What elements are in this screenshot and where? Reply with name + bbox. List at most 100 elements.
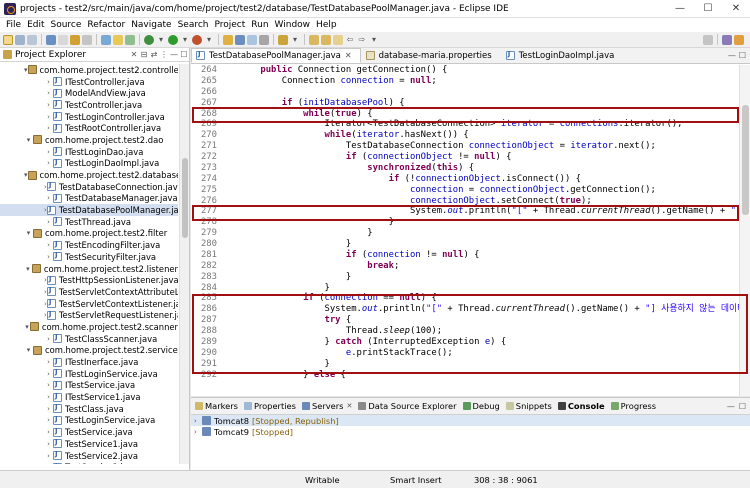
previous-annotation-icon[interactable]	[321, 34, 331, 45]
chevron-right-icon[interactable]: ›	[194, 428, 202, 436]
chevron-right-icon[interactable]: ›	[44, 78, 53, 86]
menu-file[interactable]: File	[3, 18, 24, 32]
menu-navigate[interactable]: Navigate	[128, 18, 174, 32]
menu-help[interactable]: Help	[313, 18, 340, 32]
open-type-icon[interactable]	[70, 34, 80, 45]
tree-package-item[interactable]: ▾ com.home.project.test2.dao	[0, 134, 178, 146]
chevron-down-icon[interactable]: ▾	[369, 35, 379, 45]
tab-console[interactable]: Console	[557, 401, 605, 411]
tree-file-item[interactable]: › ModelAndView.java	[0, 87, 178, 99]
scrollbar-thumb[interactable]	[182, 158, 188, 238]
view-menu-icon[interactable]: ⋮	[159, 50, 169, 59]
tree-file-item[interactable]: › ITestController.java	[0, 76, 178, 88]
tab-properties[interactable]: Properties	[244, 401, 296, 411]
debug-icon[interactable]	[144, 34, 154, 45]
tab-testdatabasepoolmanager[interactable]: TestDatabasePoolManager.java ✕	[191, 48, 361, 63]
tree-file-item[interactable]: › TestService2.java	[0, 450, 178, 462]
chevron-down-icon[interactable]: ▾	[24, 171, 28, 179]
tree-file-item[interactable]: ›TestServletContextListener.java	[0, 298, 178, 310]
tree-file-item[interactable]: › ITestService.java	[0, 380, 178, 392]
tree-file-item[interactable]: ›TestServletContextAttributeListe	[0, 286, 178, 298]
tree-file-item[interactable]: › TestLoginController.java	[0, 111, 178, 123]
tree-package-item[interactable]: ▾ com.home.project.test2.database	[0, 169, 178, 181]
chevron-right-icon[interactable]: ›	[44, 405, 53, 413]
chevron-down-icon[interactable]: ▾	[24, 229, 33, 237]
chevron-right-icon[interactable]: ›	[44, 440, 53, 448]
menu-edit[interactable]: Edit	[24, 18, 47, 32]
minimize-icon[interactable]: —	[727, 402, 735, 411]
chevron-right-icon[interactable]: ›	[44, 89, 53, 97]
close-icon[interactable]: ✕	[346, 402, 352, 410]
save-all-icon[interactable]	[27, 34, 37, 45]
project-explorer-title[interactable]: Project Explorer	[15, 50, 129, 60]
tab-servers[interactable]: Servers ✕	[301, 401, 352, 411]
chevron-down-icon[interactable]: ▾	[290, 35, 300, 45]
search-icon[interactable]	[278, 34, 288, 45]
java-ee-perspective-icon[interactable]	[722, 34, 732, 45]
maximize-icon[interactable]: ☐	[739, 51, 750, 63]
maximize-icon[interactable]: ☐	[179, 50, 189, 59]
minimize-icon[interactable]: —	[169, 50, 179, 59]
menu-refactor[interactable]: Refactor	[84, 18, 128, 32]
new-package-icon[interactable]	[247, 34, 257, 45]
java-perspective-icon[interactable]	[734, 34, 744, 45]
chevron-down-icon[interactable]: ▾	[24, 136, 33, 144]
tree-file-item[interactable]: › TestSecurityFilter.java	[0, 251, 178, 263]
chevron-down-icon[interactable]: ▾	[180, 35, 190, 45]
tab-progress[interactable]: Progress	[610, 401, 656, 411]
last-edit-location-icon[interactable]	[333, 34, 343, 45]
run-icon[interactable]	[168, 34, 178, 45]
open-perspective-icon[interactable]	[259, 34, 269, 45]
minimize-button[interactable]: —	[666, 0, 694, 18]
tree-file-item[interactable]: › TestDatabaseManager.java	[0, 193, 178, 205]
menu-run[interactable]: Run	[248, 18, 271, 32]
tree-package-item[interactable]: ▾ com.home.project.test2.filter	[0, 228, 178, 240]
chevron-right-icon[interactable]: ›	[44, 113, 53, 121]
chevron-right-icon[interactable]: ›	[44, 416, 53, 424]
maximize-button[interactable]: ☐	[694, 0, 722, 18]
menu-project[interactable]: Project	[211, 18, 248, 32]
toggle-block-icon[interactable]	[113, 34, 123, 45]
tree-file-item[interactable]: › TestService1.java	[0, 438, 178, 450]
chevron-right-icon[interactable]: ›	[44, 393, 53, 401]
chevron-down-icon[interactable]: ▾	[24, 265, 32, 273]
tree-file-item[interactable]: › TestClassScanner.java	[0, 333, 178, 345]
show-whitespace-icon[interactable]	[125, 34, 135, 45]
tree-package-item[interactable]: ▾ com.home.project.test2.service	[0, 345, 178, 357]
toggle-mark-icon[interactable]	[101, 34, 111, 45]
menu-window[interactable]: Window	[272, 18, 314, 32]
chevron-down-icon[interactable]: ▾	[204, 35, 214, 45]
server-row-tomcat8[interactable]: › Tomcat8 [Stopped, Republish]	[191, 415, 750, 426]
chevron-right-icon[interactable]: ›	[194, 417, 202, 425]
chevron-right-icon[interactable]: ›	[44, 148, 53, 156]
chevron-right-icon[interactable]: ›	[44, 370, 53, 378]
collapse-all-icon[interactable]: ⊟	[139, 50, 149, 59]
chevron-right-icon[interactable]: ›	[44, 428, 53, 436]
minimize-icon[interactable]: —	[728, 51, 739, 63]
tree-file-item[interactable]: › TestRootController.java	[0, 122, 178, 134]
tree-package-item[interactable]: ▾ com.home.project.test2.controller	[0, 64, 178, 76]
tree-file-item[interactable]: › TestService3.java	[0, 461, 178, 464]
tree-file-item[interactable]: › ITestInerface.java	[0, 356, 178, 368]
chevron-down-icon[interactable]: ▾	[156, 35, 166, 45]
tab-debug[interactable]: Debug	[462, 401, 500, 411]
tree-file-item[interactable]: › TestClass.java	[0, 403, 178, 415]
save-icon[interactable]	[15, 34, 25, 45]
close-button[interactable]: ✕	[722, 0, 750, 18]
tree-file-item[interactable]: › TestController.java	[0, 99, 178, 111]
chevron-right-icon[interactable]: ›	[44, 381, 53, 389]
chevron-right-icon[interactable]: ›	[44, 159, 53, 167]
tree-package-item[interactable]: ▾ com.home.project.test2.scanner	[0, 321, 178, 333]
tree-package-item[interactable]: ▾ com.home.project.test2.listener	[0, 263, 178, 275]
code-editor[interactable]: 264 public Connection getConnection() {2…	[191, 65, 739, 396]
close-icon[interactable]: ✕	[129, 50, 139, 59]
chevron-down-icon[interactable]: ▾	[24, 66, 28, 74]
quick-access-icon[interactable]	[703, 34, 713, 45]
new-icon[interactable]	[3, 34, 13, 45]
forward-arrow-icon[interactable]: ⇨	[357, 35, 367, 45]
tree-file-item[interactable]: ›TestDatabasePoolManager.java	[0, 204, 178, 216]
tab-snippets[interactable]: Snippets	[505, 401, 552, 411]
chevron-right-icon[interactable]: ›	[44, 452, 53, 460]
tree-file-item[interactable]: ›TestDatabaseConnection.java	[0, 181, 178, 193]
tree-file-item[interactable]: › TestService.java	[0, 426, 178, 438]
